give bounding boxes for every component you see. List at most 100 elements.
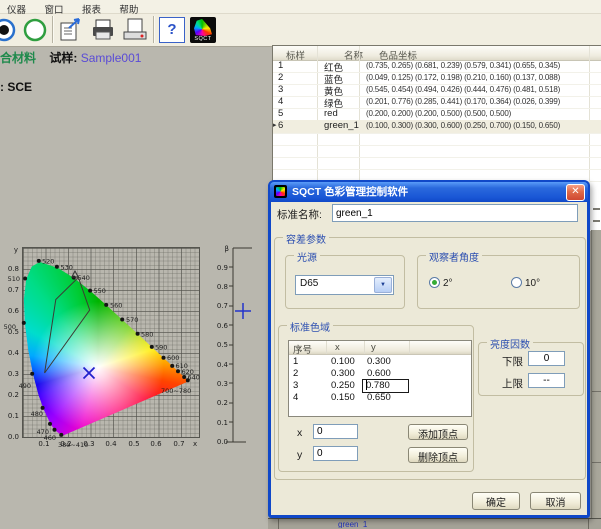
svg-text:0.7: 0.7 xyxy=(217,302,228,310)
add-vertex-button[interactable]: 添加顶点 xyxy=(408,424,468,440)
row-coords: (0.201, 0.776) (0.285, 0.441) (0.170, 0.… xyxy=(366,97,560,106)
radio-10deg[interactable] xyxy=(511,277,522,288)
row-num: 5 xyxy=(278,108,283,119)
svg-text:0.6: 0.6 xyxy=(150,440,162,448)
svg-text:0.4: 0.4 xyxy=(8,349,20,357)
cell-edit-box[interactable]: 0.780 xyxy=(362,379,409,393)
sample-label: 试样: xyxy=(49,51,77,65)
help-icon[interactable]: ? xyxy=(159,17,185,43)
svg-text:0.1: 0.1 xyxy=(8,412,19,420)
delete-vertex-button[interactable]: 删除顶点 xyxy=(408,447,468,463)
upper-limit-label: 上限 xyxy=(483,376,523,391)
sample-name: Sample001 xyxy=(81,51,142,65)
svg-text:510: 510 xyxy=(8,275,20,283)
row-coords: (0.200, 0.200) (0.200, 0.500) (0.500, 0.… xyxy=(366,109,511,118)
report-export-icon[interactable] xyxy=(58,17,84,43)
svg-text:580: 580 xyxy=(141,331,153,339)
vertex-table-header: 序号 x y xyxy=(289,341,471,355)
lower-limit-label: 下限 xyxy=(483,354,523,369)
row-coords: (0.735, 0.265) (0.681, 0.239) (0.579, 0.… xyxy=(366,61,560,70)
print-preview-icon[interactable] xyxy=(122,17,148,43)
row-num: 1 xyxy=(278,60,283,71)
svg-text:530: 530 xyxy=(61,264,73,272)
clipped-table-fragment xyxy=(593,208,600,210)
svg-text:0.3: 0.3 xyxy=(8,370,19,378)
svg-text:500: 500 xyxy=(4,323,16,331)
dialog-title: SQCT 色彩管理控制软件 xyxy=(292,186,408,198)
toolbar-separator xyxy=(52,16,54,43)
clipped-table-fragment xyxy=(593,220,600,222)
status-line: 合材料 试样: Sample001 xyxy=(0,49,141,66)
radio-2deg[interactable] xyxy=(429,277,440,288)
chevron-down-icon[interactable]: ▼ xyxy=(374,277,392,293)
measure-sample-icon[interactable] xyxy=(22,17,48,43)
svg-text:0.2: 0.2 xyxy=(8,391,19,399)
svg-text:0.8: 0.8 xyxy=(8,265,19,273)
column-divider xyxy=(364,341,365,354)
x-axis-title: x xyxy=(193,440,197,448)
dialog-titlebar[interactable]: SQCT 色彩管理控制软件 ✕ xyxy=(270,182,588,202)
vertex-table: 序号 x y 1 0.100 0.300 2 0.300 0.600 3 0.2… xyxy=(288,340,472,417)
svg-text:480: 480 xyxy=(31,410,43,418)
gamut-group-label: 标准色域 xyxy=(287,319,333,334)
close-icon[interactable]: ✕ xyxy=(566,184,585,201)
svg-text:0.5: 0.5 xyxy=(128,440,139,448)
column-divider xyxy=(409,341,410,354)
menu-bar: 仪器 窗口 报表 帮助 xyxy=(0,0,601,14)
row-coords: (0.545, 0.454) (0.494, 0.426) (0.444, 0.… xyxy=(366,85,560,94)
svg-text:0.7: 0.7 xyxy=(8,286,19,294)
beta-axis-title: β xyxy=(225,245,229,253)
standard-name-input[interactable] xyxy=(332,204,578,222)
ok-button[interactable]: 确定 xyxy=(472,492,520,510)
row-num: 4 xyxy=(278,96,283,107)
x-input[interactable] xyxy=(313,424,358,439)
svg-text:640: 640 xyxy=(188,374,200,382)
print-icon[interactable] xyxy=(90,17,116,43)
svg-text:520: 520 xyxy=(42,258,54,266)
svg-text:0.9: 0.9 xyxy=(217,264,228,272)
radio-10deg-label[interactable]: 10° xyxy=(525,278,540,289)
svg-text:0.2: 0.2 xyxy=(217,399,228,407)
tolerance-group-label: 容差参数 xyxy=(283,231,329,246)
vertex-row[interactable]: 4 0.150 0.650 xyxy=(289,392,471,404)
mode-label: : SCE xyxy=(0,80,32,94)
standard-name-label: 标准名称: xyxy=(277,207,322,222)
svg-text:0.4: 0.4 xyxy=(217,361,229,369)
upper-limit-input[interactable] xyxy=(528,373,565,388)
svg-text:560: 560 xyxy=(110,302,122,310)
luminance-group-label: 亮度因数 xyxy=(487,336,533,351)
row-num: 2 xyxy=(278,72,283,83)
svg-text:0.0: 0.0 xyxy=(217,438,228,446)
grid-line xyxy=(592,391,601,392)
table-row-selected[interactable]: ▸ 6 green_1 (0.100, 0.300) (0.300, 0.600… xyxy=(273,120,601,134)
toolbar: ? SQCT xyxy=(0,14,601,47)
svg-text:0.4: 0.4 xyxy=(105,440,117,448)
svg-text:0.6: 0.6 xyxy=(8,307,20,315)
svg-text:0.8: 0.8 xyxy=(217,283,228,291)
svg-text:590: 590 xyxy=(155,344,167,352)
light-source-select[interactable]: D65 ▼ xyxy=(295,275,394,295)
diagram-overlay: y 0.8 0.7 0.6 0.5 0.4 0.3 0.2 0.1 0.0 0.… xyxy=(0,240,270,475)
sqct-colormap xyxy=(194,19,212,36)
radio-2deg-label[interactable]: 2° xyxy=(443,278,453,289)
vertex-row-editing[interactable]: 3 0.250 0.780 xyxy=(289,380,471,392)
svg-text:0.0: 0.0 xyxy=(8,433,19,441)
row-coords: (0.100, 0.300) (0.300, 0.600) (0.250, 0.… xyxy=(366,121,560,130)
material-label: 合材料 xyxy=(0,51,36,65)
vertex-row[interactable]: 1 0.100 0.300 xyxy=(289,356,471,368)
beta-scale xyxy=(226,248,252,442)
measure-standard-icon[interactable] xyxy=(0,17,17,43)
svg-text:700~780: 700~780 xyxy=(161,387,191,395)
y-input[interactable] xyxy=(313,446,358,461)
x-label: x xyxy=(297,427,302,439)
svg-text:490: 490 xyxy=(19,382,31,390)
sqct-logo-icon[interactable]: SQCT xyxy=(190,17,216,43)
observer-group-label: 观察者角度 xyxy=(426,249,482,264)
row-num: 6 xyxy=(278,120,283,131)
y-label: y xyxy=(297,449,302,461)
gamut-polygon xyxy=(45,277,90,373)
row-name: red xyxy=(324,108,338,119)
lower-limit-input[interactable] xyxy=(528,351,565,366)
dialog-app-icon xyxy=(274,185,287,198)
cancel-button[interactable]: 取消 xyxy=(530,492,581,510)
